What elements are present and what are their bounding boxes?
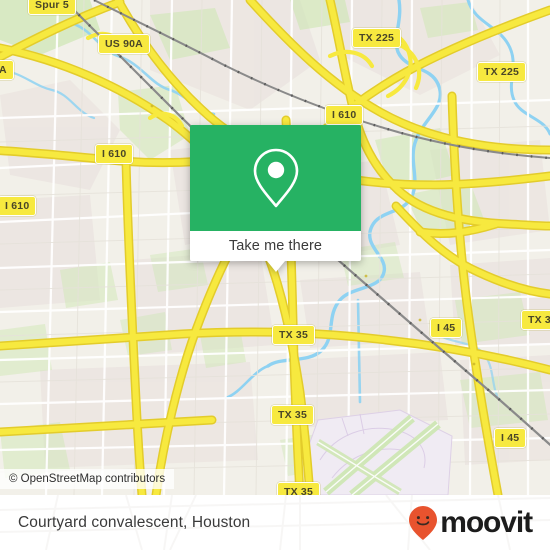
osm-attribution[interactable]: © OpenStreetMap contributors — [0, 469, 175, 489]
highway-shield: TX 35 — [272, 325, 316, 345]
callout-image-panel — [190, 125, 361, 231]
highway-shield: I 610 — [0, 196, 37, 216]
callout-action-panel[interactable]: Take me there — [190, 231, 361, 261]
highway-shield: TX 35 — [277, 482, 321, 495]
moovit-smile-pin-icon — [409, 505, 438, 540]
highway-shield: Spur 5 — [28, 0, 76, 15]
moovit-brand-logo[interactable]: moovit — [408, 505, 533, 541]
highway-shield: I 45 — [494, 428, 527, 448]
footer-bar: Courtyard convalescent, Houston moovit — [0, 495, 550, 550]
moovit-map-screenshot: Spur 5 US 90A 0A TX 225 TX 225 I 610 I 610 I 61… — [0, 0, 550, 550]
moovit-wordmark: moovit — [440, 505, 533, 539]
highway-shield: I 610 — [95, 144, 134, 164]
highway-shield: TX 225 — [352, 28, 402, 48]
location-pin-icon — [253, 148, 298, 208]
highway-shield: 0A — [0, 60, 14, 80]
highway-shield: TX 35 — [271, 405, 315, 425]
take-me-there-label: Take me there — [228, 238, 323, 254]
callout-tail-pointer — [266, 261, 285, 272]
place-title: Courtyard convalescent, Houston — [18, 513, 251, 531]
map-canvas[interactable]: Spur 5 US 90A 0A TX 225 TX 225 I 610 I 610 I 61… — [0, 0, 550, 495]
highway-shield: I 610 — [325, 105, 364, 125]
place-callout-card[interactable]: Take me there — [190, 125, 361, 272]
highway-shield: US 90A — [98, 34, 150, 54]
highway-shield: TX 3 — [521, 310, 550, 330]
highway-shield: I 45 — [430, 318, 463, 338]
highway-shield: TX 225 — [477, 62, 527, 82]
